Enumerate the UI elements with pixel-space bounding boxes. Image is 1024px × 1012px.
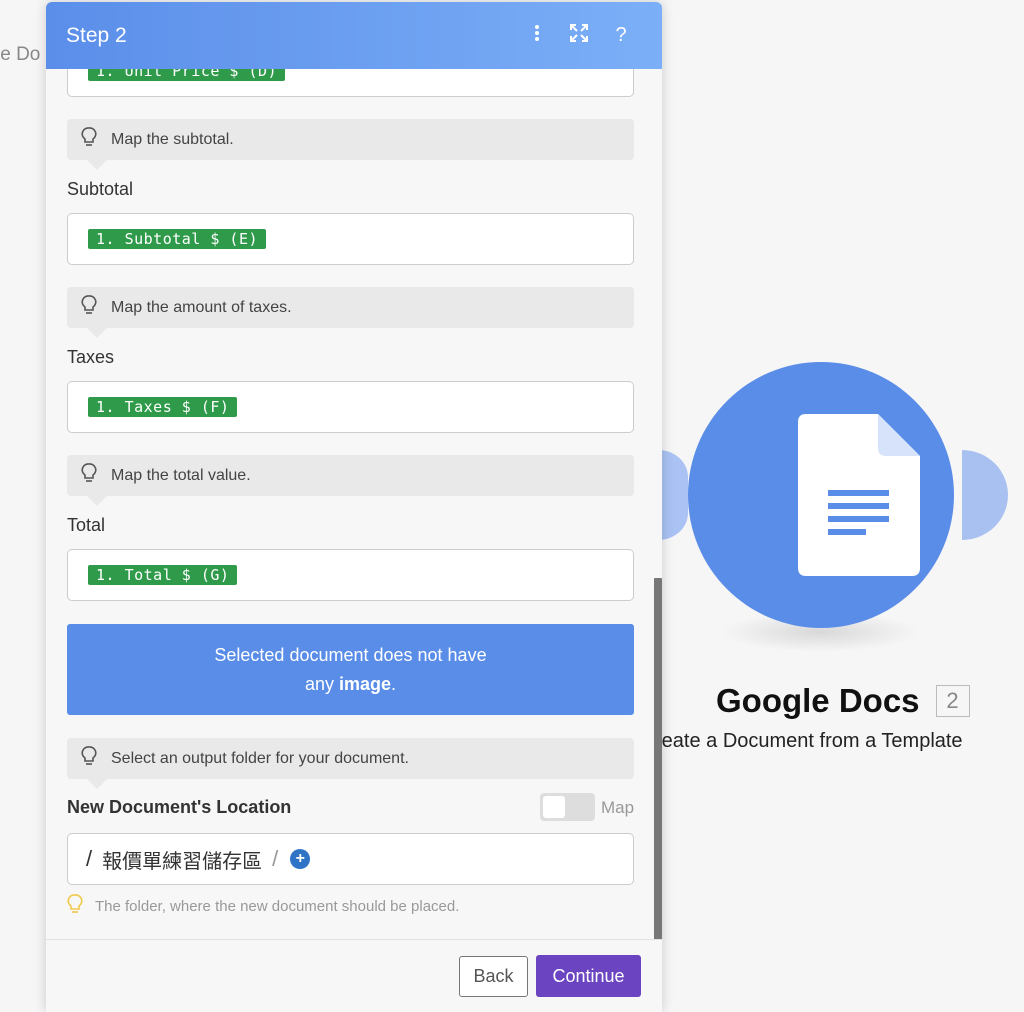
module-number-badge: 2: [935, 685, 970, 717]
info-banner: Selected document does not have any imag…: [67, 624, 634, 715]
banner-bold-word: image: [338, 674, 392, 694]
note-text: The folder, where the new document shoul…: [95, 897, 460, 915]
google-docs-icon: [798, 414, 920, 576]
hint-text: Map the total value.: [111, 466, 251, 484]
module-connector-right[interactable]: [962, 450, 1008, 540]
mapped-value-pill[interactable]: 1. Unit Price $ (D): [88, 69, 286, 81]
taxes-field[interactable]: 1. Taxes $ (F): [67, 381, 634, 433]
background-module-label-fragment: le Do: [0, 44, 41, 65]
unit-price-field[interactable]: 1. Unit Price $ (D): [67, 69, 634, 97]
hint-text: Map the subtotal.: [111, 130, 234, 148]
banner-line2: any image.: [304, 674, 397, 694]
map-toggle-label: Map: [601, 798, 635, 817]
folder-name[interactable]: 報價單練習儲存區: [102, 845, 262, 874]
subtotal-label: Subtotal: [67, 179, 134, 199]
folder-help-note: The folder, where the new document shoul…: [67, 894, 459, 918]
panel-scrollbar[interactable]: [654, 578, 662, 939]
module-circle[interactable]: [688, 362, 954, 628]
subtotal-field[interactable]: 1. Subtotal $ (E): [67, 213, 634, 265]
module-title: Google Docs 2: [716, 682, 970, 720]
hint-text: Map the amount of taxes.: [111, 298, 292, 316]
hint-location: Select an output folder for your documen…: [67, 738, 634, 789]
hint-taxes: Map the amount of taxes.: [67, 287, 634, 338]
mapped-value-pill[interactable]: 1. Subtotal $ (E): [88, 229, 267, 249]
total-field[interactable]: 1. Total $ (G): [67, 549, 634, 601]
module-subtitle: reate a Document from a Template: [655, 730, 963, 752]
lightbulb-icon: [67, 894, 83, 918]
hint-subtotal: Map the subtotal.: [67, 119, 634, 170]
panel-body[interactable]: 1. Unit Price $ (D) Map the subtotal. Su…: [46, 69, 662, 939]
lightbulb-icon: [81, 127, 103, 152]
add-folder-icon[interactable]: +: [290, 849, 311, 869]
module-settings-panel: Step 2 ? 1. Unit Price $ (D) Map the sub…: [46, 2, 662, 1012]
map-toggle[interactable]: [540, 793, 595, 821]
more-vertical-icon[interactable]: [516, 24, 558, 48]
hint-total: Map the total value.: [67, 455, 634, 506]
mapped-value-pill[interactable]: 1. Taxes $ (F): [88, 397, 238, 417]
panel-title: Step 2: [66, 23, 127, 47]
location-label: New Document's Location: [67, 797, 292, 817]
back-button[interactable]: Back: [459, 956, 528, 997]
mapped-value-pill[interactable]: 1. Total $ (G): [88, 565, 238, 585]
toggle-knob: [543, 796, 565, 818]
panel-header: Step 2 ?: [46, 2, 662, 69]
module-connector-left[interactable]: [658, 450, 688, 540]
total-label: Total: [67, 515, 106, 535]
google-docs-module[interactable]: Google Docs 2 reate a Document from a Te…: [650, 360, 1024, 780]
path-separator: /: [272, 846, 279, 871]
help-icon[interactable]: ?: [600, 24, 642, 47]
panel-footer: Back Continue: [46, 939, 662, 1012]
lightbulb-icon: [81, 295, 103, 320]
banner-line1: Selected document does not have: [214, 645, 487, 665]
lightbulb-icon: [81, 746, 103, 771]
path-root-slash[interactable]: /: [86, 846, 92, 872]
hint-text: Select an output folder for your documen…: [111, 749, 409, 767]
folder-path-field[interactable]: / 報價單練習儲存區 / +: [67, 833, 634, 885]
module-title-text: Google Docs: [716, 682, 920, 719]
continue-button[interactable]: Continue: [536, 955, 641, 997]
expand-icon[interactable]: [558, 23, 600, 49]
lightbulb-icon: [81, 463, 103, 488]
taxes-label: Taxes: [67, 347, 115, 367]
